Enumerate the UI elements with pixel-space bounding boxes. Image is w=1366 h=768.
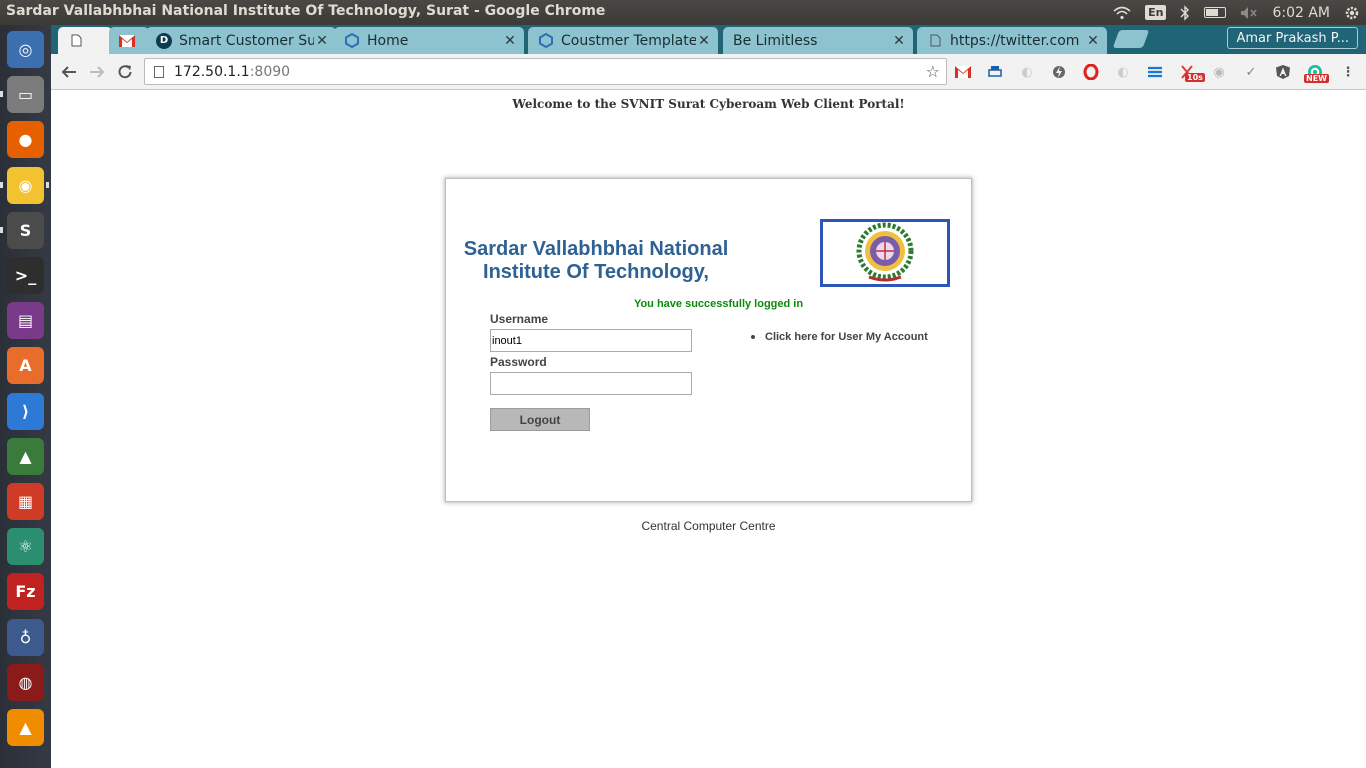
- stack-extension-icon[interactable]: [1145, 62, 1165, 82]
- tab-coustmer-template[interactable]: Coustmer Template ✕: [528, 27, 718, 54]
- reload-icon[interactable]: [113, 60, 137, 84]
- bullet-icon: [751, 335, 755, 339]
- logout-button[interactable]: Logout: [490, 408, 590, 431]
- browser-toolbar: 172.50.1.1:8090 ☆ ◐ ◐ 10s ◉ ✓ NEW ⋮: [51, 54, 1366, 90]
- window-title: Sardar Vallabhbhai National Institute Of…: [6, 3, 606, 19]
- footer-text: Central Computer Centre: [641, 519, 776, 533]
- chrome-launcher-icon[interactable]: ◉: [7, 166, 44, 204]
- clock[interactable]: 6:02 AM: [1272, 5, 1330, 21]
- close-tab-icon[interactable]: ✕: [1085, 33, 1101, 49]
- volume-muted-icon[interactable]: [1240, 6, 1258, 20]
- close-tab-icon[interactable]: ✕: [891, 33, 907, 49]
- new-tab-button[interactable]: [1112, 30, 1150, 48]
- account-links: Click here for User My Account: [751, 331, 928, 343]
- grey-circle-extension-icon[interactable]: ◉: [1209, 62, 1229, 82]
- unity-launcher: ◎ ▭ ● ◉ S >_ ▤ A ⟩ ▲ ▦ ⚛ Fz ♁ ◍ ▲: [0, 25, 51, 768]
- close-tab-icon[interactable]: ✕: [502, 33, 518, 49]
- opera-extension-icon[interactable]: [1081, 62, 1101, 82]
- address-bar[interactable]: 172.50.1.1:8090 ☆: [144, 58, 947, 85]
- close-tab-icon[interactable]: ✕: [696, 33, 712, 49]
- institute-logo: [820, 219, 950, 287]
- grey-leaf-extension-icon[interactable]: ◐: [1017, 62, 1037, 82]
- gmail-extension-icon[interactable]: [953, 62, 973, 82]
- terminal-launcher-icon[interactable]: >_: [7, 257, 44, 294]
- close-tab-icon[interactable]: ✕: [314, 33, 330, 49]
- ubuntu-dash-launcher-icon[interactable]: ◎: [7, 31, 44, 68]
- sublime-text-launcher-icon[interactable]: S: [7, 211, 44, 249]
- software-center-launcher-icon[interactable]: A: [7, 347, 44, 385]
- red-app-launcher-icon[interactable]: ◍: [7, 663, 44, 701]
- password-field[interactable]: [490, 372, 692, 395]
- svnit-emblem-icon: [856, 222, 914, 282]
- bookmark-star-icon[interactable]: ☆: [926, 62, 940, 81]
- system-tray: En 6:02 AM: [1113, 0, 1360, 25]
- pgadmin-launcher-icon[interactable]: ♁: [7, 618, 44, 656]
- wifi-icon[interactable]: [1113, 6, 1131, 20]
- battery-icon[interactable]: [1204, 7, 1227, 18]
- institute-name: Sardar Vallabhbhai National Institute Of…: [463, 238, 729, 283]
- page-info-icon[interactable]: [154, 65, 164, 78]
- bolt-extension-icon[interactable]: [1049, 62, 1069, 82]
- username-label: Username: [490, 312, 549, 326]
- tab-gmail[interactable]: [109, 27, 149, 54]
- back-arrow-icon[interactable]: [57, 60, 81, 84]
- media-player-launcher-icon[interactable]: ▤: [7, 302, 44, 340]
- d-logo-icon: D: [156, 32, 172, 49]
- vlc-launcher-icon[interactable]: ▲: [7, 709, 44, 746]
- menu-kebab-icon[interactable]: ⋮: [1338, 62, 1358, 82]
- windows-app-launcher-icon[interactable]: ▦: [7, 483, 44, 520]
- gmail-icon: [119, 33, 135, 49]
- profile-button[interactable]: Amar Prakash P...: [1227, 27, 1358, 49]
- page-icon: [927, 33, 943, 49]
- active-window-indicator: [46, 181, 49, 188]
- hexagon-logo-icon: [344, 33, 360, 49]
- forward-arrow-icon[interactable]: [85, 60, 109, 84]
- atom-launcher-icon[interactable]: ⚛: [7, 528, 44, 566]
- tab-current[interactable]: [58, 27, 112, 54]
- angular-extension-icon[interactable]: [1273, 62, 1293, 82]
- grey-extension-icon[interactable]: ◐: [1113, 62, 1133, 82]
- browser-tab-strip: D Smart Customer Su ✕ Home ✕ Coustmer Te…: [51, 25, 1366, 54]
- tab-smart-customer[interactable]: D Smart Customer Su ✕: [146, 27, 336, 54]
- login-panel: Sardar Vallabhbhai National Institute Of…: [445, 178, 972, 502]
- keyboard-language-indicator[interactable]: En: [1145, 5, 1167, 20]
- timer-extension-icon[interactable]: 10s: [1177, 62, 1205, 82]
- bluetooth-icon[interactable]: [1180, 4, 1190, 21]
- user-account-link[interactable]: Click here for User My Account: [751, 331, 928, 343]
- vs-code-launcher-icon[interactable]: ⟩: [7, 392, 44, 430]
- system-top-bar: Sardar Vallabhbhai National Institute Of…: [0, 0, 1366, 25]
- checkmark-extension-icon[interactable]: ✓: [1241, 62, 1261, 82]
- android-studio-launcher-icon[interactable]: ▲: [7, 437, 44, 475]
- running-indicator: [0, 91, 3, 98]
- files-launcher-icon[interactable]: ▭: [7, 76, 44, 114]
- running-indicator: [0, 181, 3, 188]
- firefox-launcher-icon[interactable]: ●: [7, 121, 44, 159]
- tab-be-limitless[interactable]: Be Limitless ✕: [723, 27, 913, 54]
- filezilla-launcher-icon[interactable]: Fz: [7, 573, 44, 611]
- print-extension-icon[interactable]: [985, 62, 1005, 82]
- settings-gear-icon[interactable]: [1344, 5, 1360, 21]
- grammarly-extension-icon[interactable]: NEW: [1304, 62, 1329, 83]
- welcome-heading: Welcome to the SVNIT Surat Cyberoam Web …: [512, 97, 905, 111]
- password-label: Password: [490, 355, 547, 369]
- tab-home[interactable]: Home ✕: [334, 27, 524, 54]
- running-indicator: [0, 226, 3, 233]
- login-status-message: You have successfully logged in: [633, 298, 804, 310]
- username-field[interactable]: [490, 329, 692, 352]
- hexagon-logo-icon: [538, 33, 554, 49]
- tab-twitter[interactable]: https://twitter.com ✕: [917, 27, 1107, 54]
- page-icon: [68, 33, 84, 49]
